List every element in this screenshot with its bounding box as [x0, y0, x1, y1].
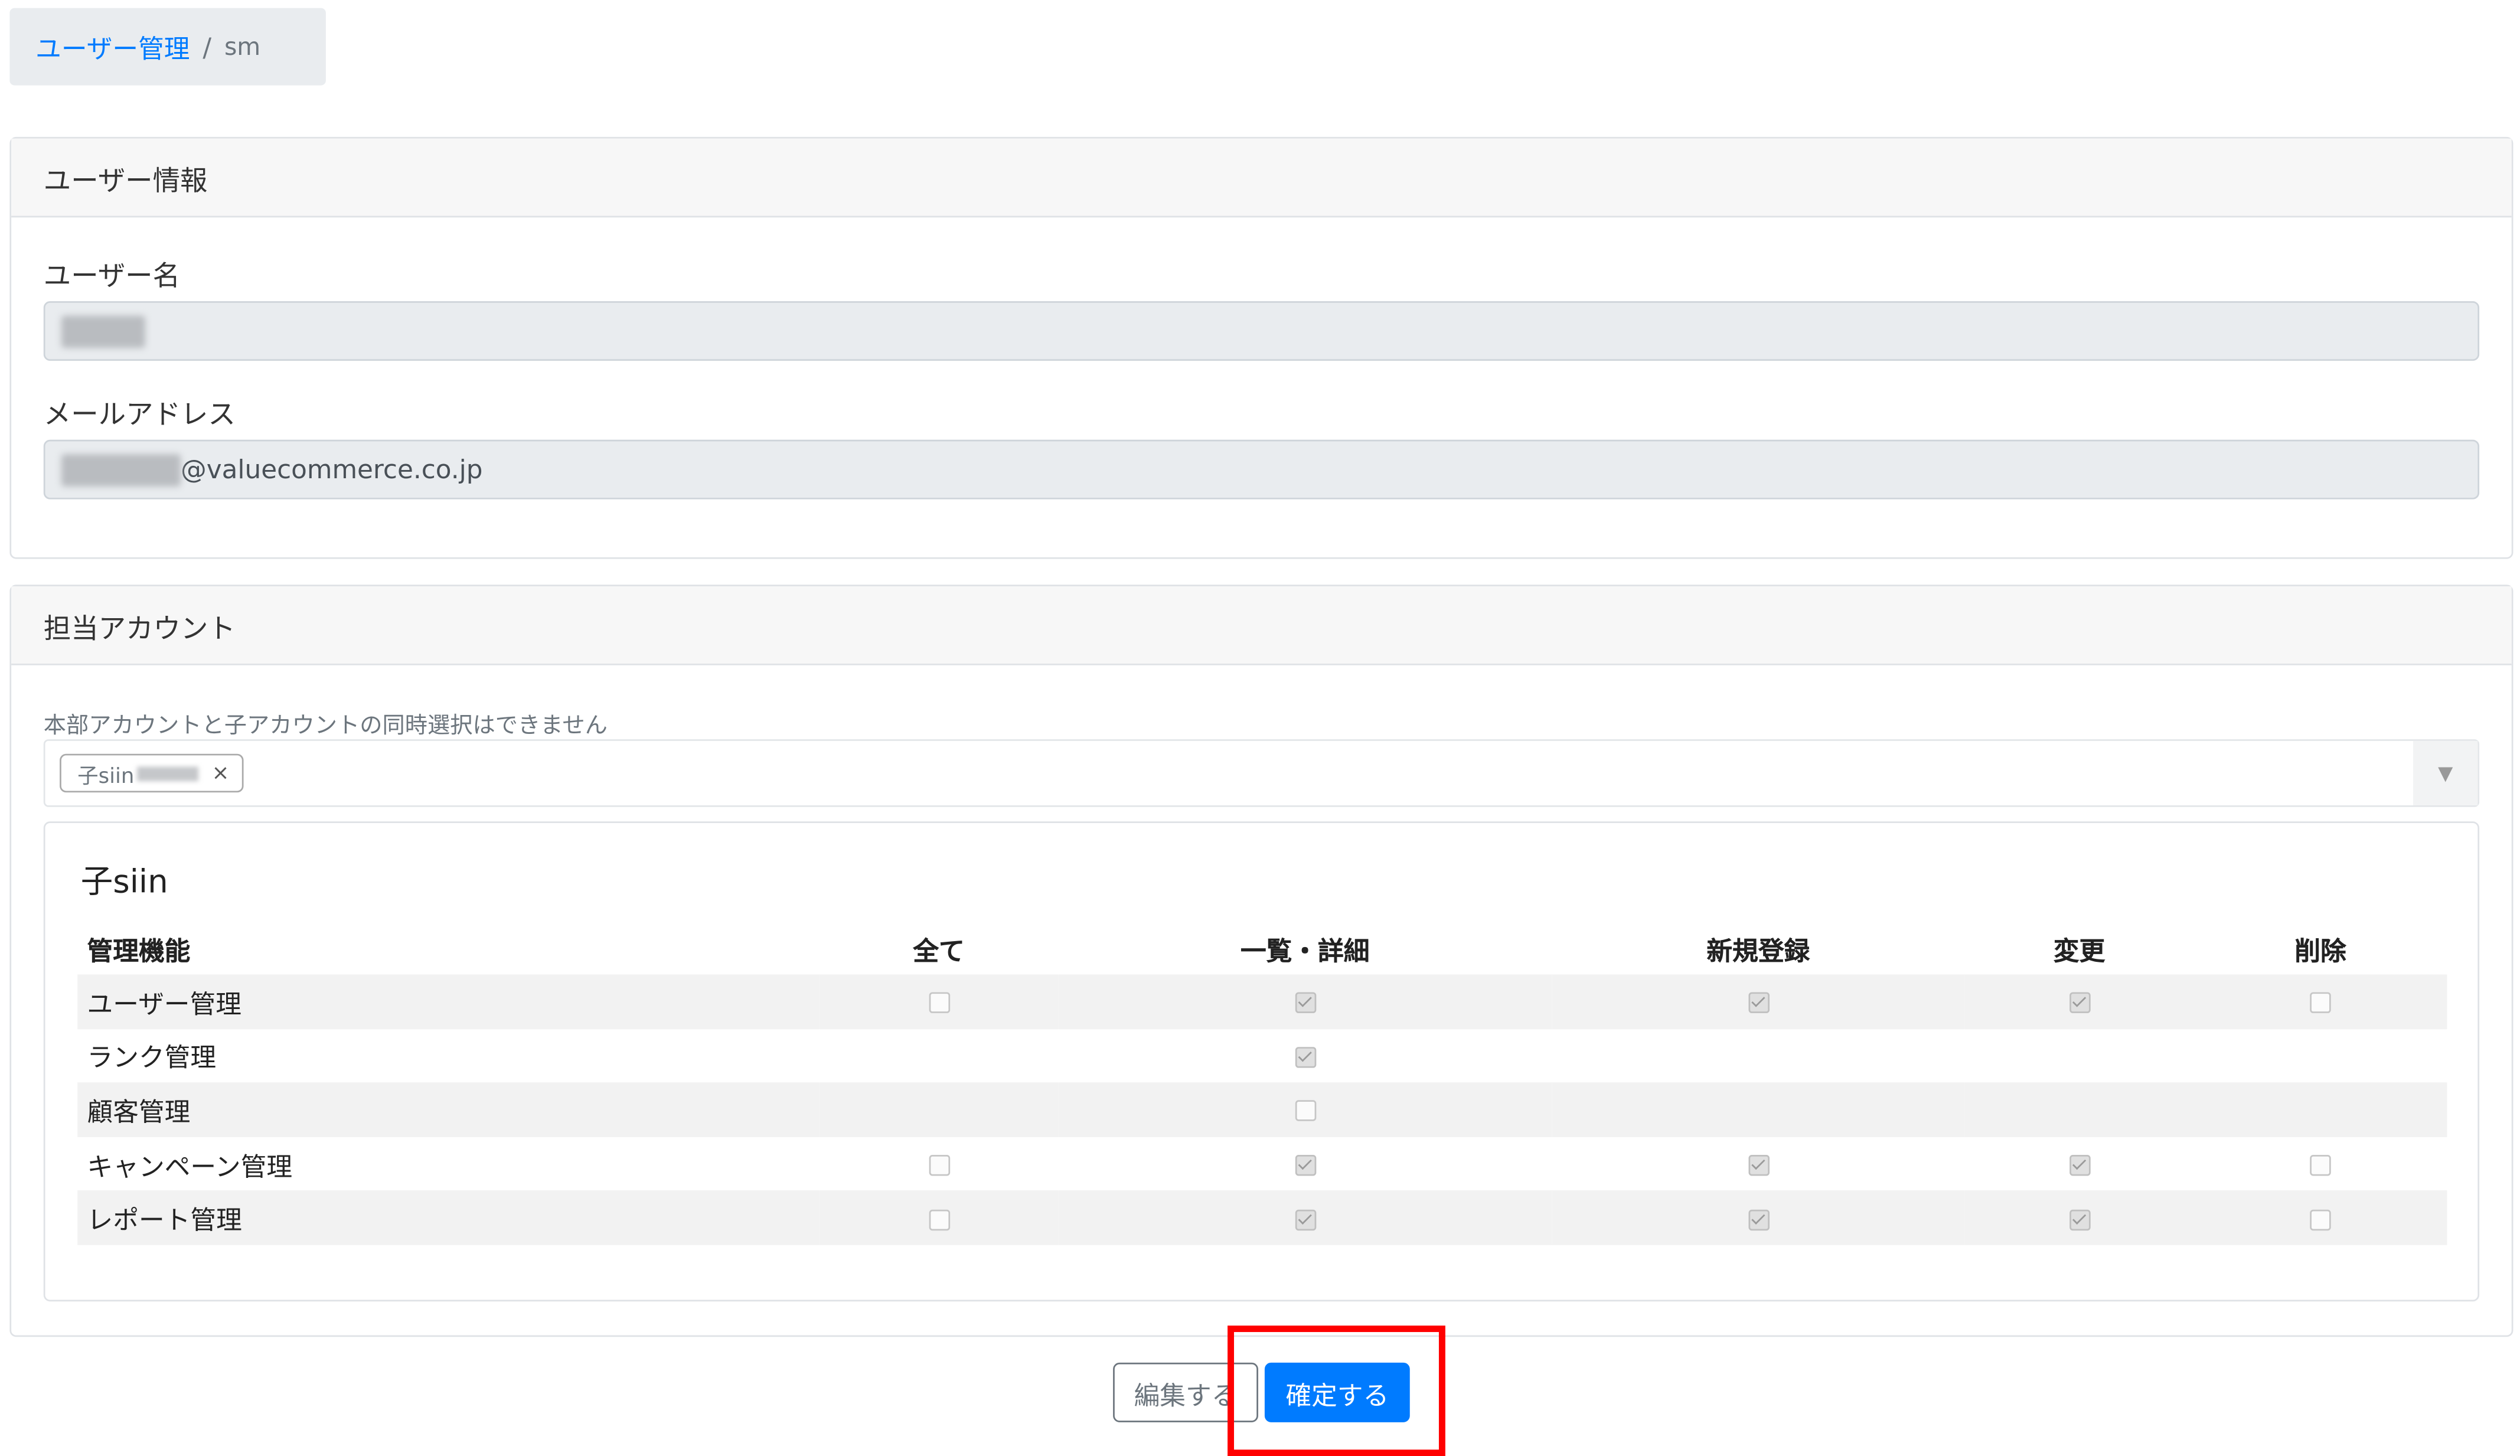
breadcrumb-link-user-management[interactable]: ユーザー管理	[35, 27, 190, 66]
accounts-header: 担当アカウント	[11, 586, 2512, 665]
checked-checkbox[interactable]	[2068, 1209, 2090, 1230]
column-header: 管理機能	[87, 935, 191, 967]
permission-cell	[1552, 1191, 1965, 1245]
email-label: メールアドレス	[43, 399, 236, 432]
username-field	[43, 301, 2480, 361]
username-label: ユーザー名	[43, 260, 181, 293]
permission-cell	[1058, 1137, 1552, 1191]
checked-checkbox[interactable]	[1748, 1155, 1769, 1176]
redacted-email-local	[61, 453, 181, 486]
selected-account-tag: 子siin ×	[60, 753, 244, 793]
permission-cell	[1058, 1029, 1552, 1083]
permissions-table: 管理機能 全て 一覧・詳細 新規登録 変更 削除 ユーザー管理ランク管理顧客管理…	[77, 923, 2447, 1245]
unchecked-checkbox[interactable]	[2310, 1155, 2331, 1176]
checked-checkbox[interactable]	[1294, 1046, 1316, 1068]
account-name: 子siin	[80, 861, 168, 900]
table-row: キャンペーン管理	[77, 1137, 2447, 1191]
table-row: レポート管理	[77, 1191, 2447, 1245]
accounts-card: 担当アカウント 本部アカウントと子アカウントの同時選択はできません 子siin …	[9, 585, 2514, 1337]
permission-cell	[1965, 1029, 2194, 1083]
permission-cell	[820, 1029, 1058, 1083]
dropdown-arrow-icon[interactable]: ▼	[2413, 740, 2478, 805]
permission-cell	[2193, 1082, 2447, 1137]
email-field: @valuecommerce.co.jp	[43, 439, 2480, 500]
permission-function-name: ランク管理	[87, 1043, 217, 1073]
permission-cell	[1058, 1082, 1552, 1137]
selected-account-tag-label: 子siin	[77, 764, 135, 789]
remove-tag-icon[interactable]: ×	[212, 761, 230, 785]
unchecked-checkbox[interactable]	[928, 993, 949, 1014]
unchecked-checkbox[interactable]	[1294, 1101, 1316, 1122]
breadcrumb: ユーザー管理 / sm	[9, 8, 326, 86]
account-permissions-panel: 子siin 管理機能 全て 一覧・詳細 新規登録 変更 削除 ユーザー管理 ラン…	[43, 821, 2480, 1302]
permission-cell	[2194, 1029, 2447, 1083]
breadcrumb-current: sm	[224, 32, 261, 61]
permission-cell	[1964, 1082, 2194, 1137]
permissions-body: ユーザー管理ランク管理顧客管理キャンペーン管理レポート管理	[77, 974, 2447, 1245]
permission-cell	[1552, 1082, 1965, 1137]
unchecked-checkbox[interactable]	[928, 1155, 949, 1176]
checked-checkbox[interactable]	[1294, 1209, 1316, 1230]
permission-cell	[819, 1082, 1059, 1137]
page-root: ユーザー管理 / sm ユーザー情報 ユーザー名 メールアドレス @valuec…	[0, 0, 2519, 1456]
permission-cell	[1965, 1137, 2194, 1191]
user-info-card: ユーザー情報 ユーザー名 メールアドレス @valuecommerce.co.j…	[9, 136, 2514, 559]
redacted-username	[61, 315, 145, 347]
permission-function-name: レポート管理	[77, 1191, 820, 1245]
breadcrumb-separator: /	[203, 31, 212, 63]
column-header: 削除	[2294, 935, 2346, 967]
permission-cell	[2193, 974, 2447, 1029]
unchecked-checkbox[interactable]	[2310, 993, 2331, 1014]
permission-cell	[1058, 974, 1552, 1029]
table-row: ユーザー管理	[77, 974, 2447, 1029]
column-header: 変更	[2053, 935, 2106, 967]
permission-cell	[819, 974, 1059, 1029]
checked-checkbox[interactable]	[2068, 1155, 2090, 1176]
permission-cell	[1964, 974, 2194, 1029]
permission-function-name: ユーザー管理	[77, 974, 820, 1029]
checked-checkbox[interactable]	[1294, 1155, 1316, 1176]
account-select-hint: 本部アカウントと子アカウントの同時選択はできません	[43, 713, 608, 740]
confirm-button[interactable]: 確定する	[1264, 1362, 1410, 1422]
redacted-account-suffix	[137, 766, 199, 781]
checked-checkbox[interactable]	[1748, 1209, 1769, 1230]
table-row: 顧客管理	[77, 1082, 2447, 1137]
permission-cell	[1964, 1191, 2194, 1245]
permission-cell	[2194, 1137, 2447, 1191]
user-info-header: ユーザー情報	[11, 138, 2512, 218]
permission-cell	[1552, 1029, 1964, 1083]
edit-button[interactable]: 編集する	[1113, 1362, 1258, 1422]
permissions-header-row: 管理機能 全て 一覧・詳細 新規登録 変更 削除	[77, 923, 2447, 974]
account-select[interactable]: 子siin × ▼	[43, 739, 2480, 807]
permission-cell	[1552, 1137, 1964, 1191]
permission-function-name: 顧客管理	[77, 1082, 820, 1137]
permission-cell	[2193, 1191, 2447, 1245]
email-domain: @valuecommerce.co.jp	[180, 454, 483, 485]
checked-checkbox[interactable]	[1294, 993, 1316, 1014]
column-header: 新規登録	[1706, 935, 1810, 967]
unchecked-checkbox[interactable]	[2310, 1209, 2331, 1230]
permission-cell	[820, 1137, 1058, 1191]
column-header: 全て	[913, 935, 965, 967]
unchecked-checkbox[interactable]	[928, 1209, 949, 1230]
table-row: ランク管理	[77, 1029, 2447, 1083]
permission-cell	[819, 1191, 1059, 1245]
permission-cell	[1552, 974, 1965, 1029]
checked-checkbox[interactable]	[2068, 993, 2090, 1014]
column-header: 一覧・詳細	[1240, 935, 1370, 967]
permission-function-name: キャンペーン管理	[87, 1151, 293, 1182]
permission-cell	[1058, 1191, 1552, 1245]
checked-checkbox[interactable]	[1748, 993, 1769, 1014]
